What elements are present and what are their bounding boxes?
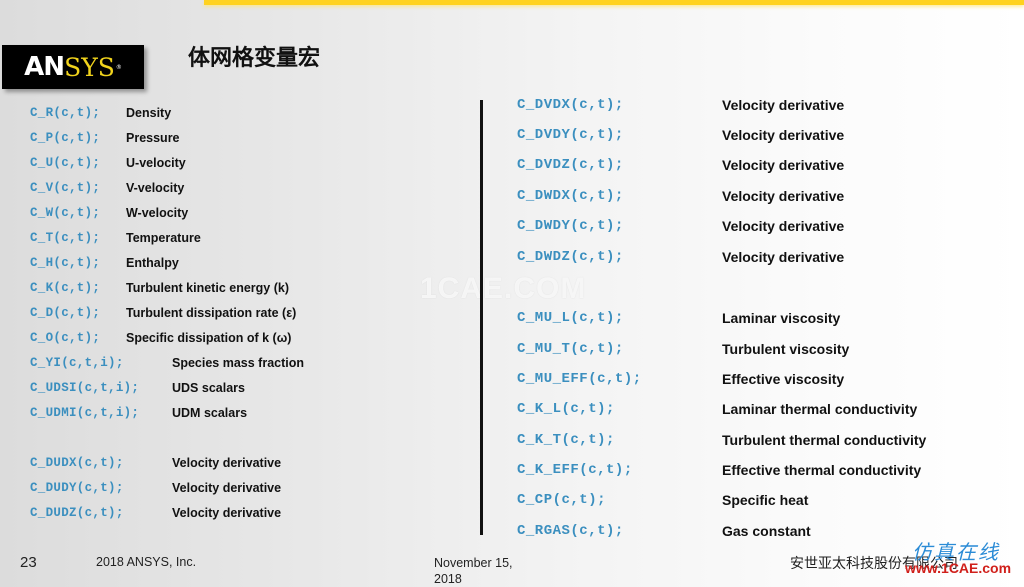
macro-name: C_RGAS(c,t); [517,523,624,539]
macro-name: C_UDMI(c,t,i); [30,406,140,420]
macro-description: Turbulent kinetic energy (k) [126,281,289,295]
macro-description: Velocity derivative [722,127,845,143]
macro-description: Laminar thermal conductivity [722,401,918,417]
macro-name: C_DVDY(c,t); [517,127,624,143]
macro-description: Specific heat [722,492,809,508]
macro-description: Specific dissipation of k (ω) [126,331,292,345]
macro-name: C_K_T(c,t); [517,432,615,448]
macro-description: Velocity derivative [722,218,845,234]
date: November 15, 2018 [434,556,513,586]
macro-description: Turbulent viscosity [722,341,850,357]
macro-name: C_V(c,t); [30,181,101,195]
macro-name: C_MU_EFF(c,t); [517,371,642,387]
copyright: 2018 ANSYS, Inc. [96,555,197,569]
macro-description: UDS scalars [172,381,245,395]
macro-name: C_MU_T(c,t); [517,341,624,357]
macro-description: Temperature [126,231,201,245]
macro-name: C_MU_L(c,t); [517,310,624,326]
macro-description: Turbulent thermal conductivity [722,432,927,448]
macro-description: Velocity derivative [722,97,845,113]
macro-name: C_DUDZ(c,t); [30,506,124,520]
macro-name: C_T(c,t); [30,231,101,245]
macro-name: C_YI(c,t,i); [30,356,124,370]
macro-description: Velocity derivative [172,481,282,495]
macro-name: C_K_EFF(c,t); [517,462,633,478]
macro-name: C_CP(c,t); [517,492,607,508]
macro-name: C_R(c,t); [30,106,101,120]
macro-name: C_DUDX(c,t); [30,456,124,470]
macro-name: C_DVDZ(c,t); [517,157,624,173]
macro-description: Effective thermal conductivity [722,462,922,478]
logo-primary: AN [24,52,65,82]
macro-name: C_DWDY(c,t); [517,218,624,234]
ansys-logo: AN SYS ® [2,45,144,89]
watermark-text: 1CAE.COM [420,272,587,305]
macro-description: Gas constant [722,523,811,539]
registered-mark: ® [115,63,122,71]
macro-name: C_H(c,t); [30,256,101,270]
macro-description: Velocity derivative [722,249,845,265]
macro-description: Turbulent dissipation rate (ε) [126,306,297,320]
site-watermark-url: www.1CAE.com [905,560,1012,576]
macro-description: V-velocity [126,181,185,195]
macro-name: C_DVDX(c,t); [517,97,624,113]
macro-description: Effective viscosity [722,371,845,387]
macro-name: C_K(c,t); [30,281,101,295]
macro-name: C_O(c,t); [30,331,101,345]
macro-name: C_D(c,t); [30,306,101,320]
slide-title: 体网格变量宏 [188,46,321,71]
macro-description: Species mass fraction [172,356,305,370]
macro-description: Velocity derivative [172,456,282,470]
macro-description: Velocity derivative [722,188,845,204]
accent-bar [204,0,1024,5]
macro-description: U-velocity [126,156,186,170]
macro-name: C_DWDZ(c,t); [517,249,624,265]
logo-secondary: SYS [64,52,115,82]
macro-description: Velocity derivative [722,157,845,173]
page-number: 23 [20,554,37,571]
macro-name: C_W(c,t); [30,206,101,220]
macro-name: C_DUDY(c,t); [30,481,124,495]
macro-name: C_P(c,t); [30,131,101,145]
macro-description: UDM scalars [172,406,248,420]
macro-name: C_K_L(c,t); [517,401,615,417]
macro-description: W-velocity [126,206,189,220]
macro-name: C_U(c,t); [30,156,101,170]
macro-name: C_UDSI(c,t,i); [30,381,140,395]
macro-description: Pressure [126,131,180,145]
macro-description: Density [126,106,172,120]
macro-name: C_DWDX(c,t); [517,188,624,204]
column-divider [480,100,483,535]
macro-description: Enthalpy [126,256,179,270]
macro-description: Velocity derivative [172,506,282,520]
macro-description: Laminar viscosity [722,310,841,326]
